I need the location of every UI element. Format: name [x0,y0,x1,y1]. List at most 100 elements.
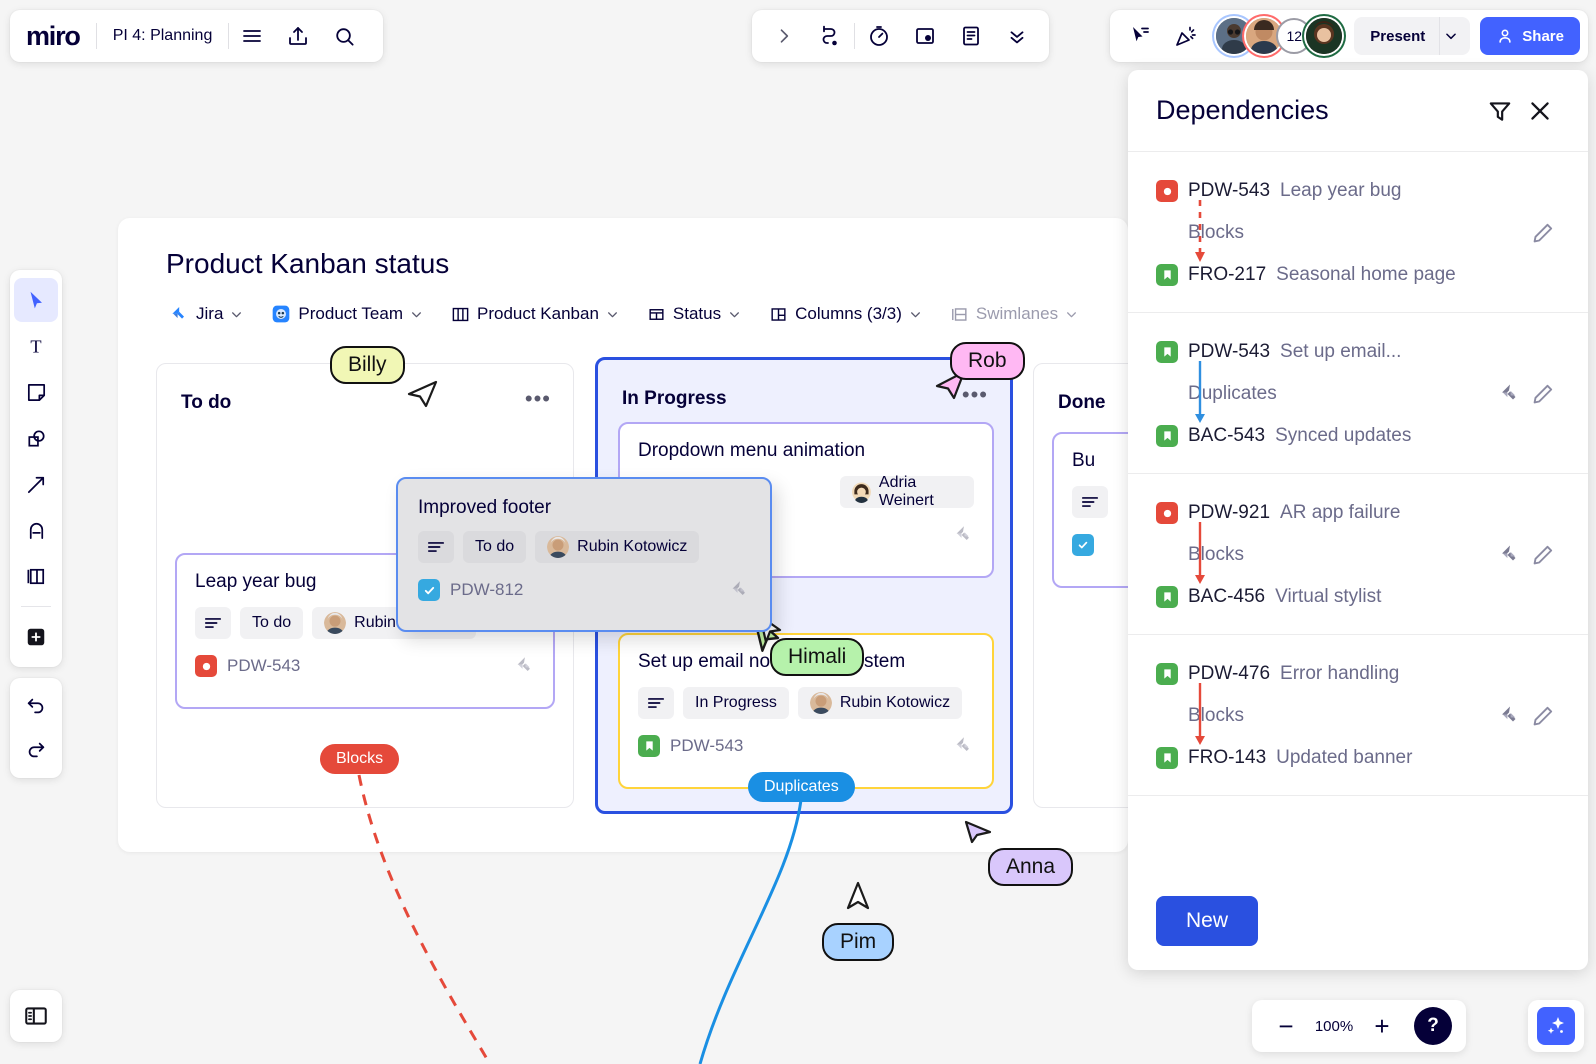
frame-tool[interactable] [14,554,58,598]
select-tool[interactable] [14,278,58,322]
collab-cursor-arrow-billy [404,376,440,412]
edit-icon[interactable] [1526,216,1560,250]
jira-icon[interactable] [1492,377,1526,411]
chevron-down-icon [728,308,741,321]
dependency-source[interactable]: PDW-476 Error handling [1156,657,1560,691]
ai-sparkle-icon[interactable] [1537,1007,1575,1045]
redo-button[interactable] [14,728,58,772]
dependency-target[interactable]: FRO-143 Updated banner [1156,741,1560,775]
filter-label: Product Kanban [477,304,599,324]
expand-right-icon[interactable] [762,15,806,57]
dependency-item[interactable]: PDW-543 Leap year bug Blocks FRO-217 Sea… [1128,152,1588,313]
card-key-row[interactable]: PDW-543 [195,655,300,677]
filter-product-kanban[interactable]: Product Kanban [445,300,625,328]
present-button[interactable]: Present [1354,17,1470,55]
filter-swimlanes[interactable]: Swimlanes [944,300,1084,328]
dependency-source[interactable]: PDW-921 AR app failure [1156,496,1560,530]
card-footer: PDW-543 [195,655,535,677]
help-button[interactable]: ? [1414,1007,1452,1045]
story-green-icon [638,735,660,757]
filter-product-team[interactable]: Product Team [265,300,429,328]
filter-icon[interactable] [1480,91,1520,131]
export-icon[interactable] [275,14,321,58]
story-green-icon [1156,341,1178,363]
connector-icon[interactable] [808,15,852,57]
share-button[interactable]: Share [1480,17,1580,55]
dependency-item[interactable]: PDW-476 Error handling Blocks [1128,635,1588,796]
card-key-row[interactable]: PDW-812 [418,579,523,601]
bug-red-icon [195,655,217,677]
dependency-source[interactable]: PDW-543 Leap year bug [1156,174,1560,208]
toggle-left-panel-button[interactable] [10,990,62,1042]
filter-columns[interactable]: Columns (3/3) [763,300,928,328]
panel-title: Dependencies [1156,95,1480,126]
chevron-double-down-icon[interactable] [995,15,1039,57]
dependency-item[interactable]: PDW-921 AR app failure Blocks [1128,474,1588,635]
menu-icon[interactable] [229,14,275,58]
avatar [547,536,569,558]
zoom-level[interactable]: 100% [1310,1018,1358,1035]
zoom-out-button[interactable]: − [1266,1006,1306,1046]
relation-pill-duplicates[interactable]: Duplicates [748,772,855,802]
column-title: To do [181,392,231,414]
column-title: In Progress [622,388,727,410]
bug-red-icon [1156,502,1178,524]
card-key-row[interactable]: PDW-543 [638,735,743,757]
miro-logo[interactable]: miro [26,21,96,52]
filter-label: Swimlanes [976,304,1058,324]
card-issue-key: PDW-812 [450,580,523,600]
card-status-pill: To do [240,607,303,639]
collab-cursor-label-himali: Himali [770,638,864,676]
card-assignee-pill: Adria Weinert [840,476,974,508]
dependency-arrow-dashed [1193,200,1213,266]
sticky-note-tool[interactable] [14,370,58,414]
relation-pill-blocks[interactable]: Blocks [320,744,399,774]
new-dependency-button[interactable]: New [1156,896,1258,946]
story-green-icon [1156,586,1178,608]
jira-icon[interactable] [1492,699,1526,733]
dependency-target[interactable]: BAC-543 Synced updates [1156,419,1560,453]
columns-icon [769,305,788,324]
dependency-from-key: PDW-543 [1188,341,1270,363]
search-icon[interactable] [321,14,367,58]
avatar[interactable] [1306,18,1342,54]
shapes-tool[interactable] [14,416,58,460]
reactions-icon[interactable] [1164,15,1208,57]
dependency-to-summary: Updated banner [1276,747,1412,769]
dependency-target[interactable]: FRO-217 Seasonal home page [1156,258,1560,292]
dependency-to-key: FRO-217 [1188,264,1266,286]
column-menu-icon[interactable]: ••• [525,392,551,406]
dependency-relation-row: Blocks [1156,530,1560,580]
zoom-controls: − 100% + ? [1252,1000,1466,1052]
board-title[interactable]: PI 4: Planning [97,27,229,45]
arrow-tool[interactable] [14,462,58,506]
notes-icon[interactable] [949,15,993,57]
frame-icon[interactable] [903,15,947,57]
card-improved-footer-dragging[interactable]: Improved footer To do Rubin Kotowicz PDW… [396,477,772,632]
edit-icon[interactable] [1526,377,1560,411]
share-label: Share [1522,28,1564,45]
close-icon[interactable] [1520,91,1560,131]
undo-button[interactable] [14,684,58,728]
cursor-share-icon[interactable] [1118,15,1162,57]
dependency-arrow-solid [1193,522,1213,588]
edit-icon[interactable] [1526,699,1560,733]
jira-icon[interactable] [1492,538,1526,572]
dependency-relation-label: Blocks [1188,222,1526,244]
dependency-from-summary: AR app failure [1280,502,1400,524]
dependency-target[interactable]: BAC-456 Virtual stylist [1156,580,1560,614]
filter-jira[interactable]: Jira [164,300,249,328]
collaborator-avatars: 12 [1216,18,1342,54]
dependency-relation-label: Blocks [1188,705,1492,727]
more-apps-tool[interactable] [14,615,58,659]
timer-icon[interactable] [857,15,901,57]
edit-icon[interactable] [1526,538,1560,572]
pen-tool[interactable] [14,508,58,552]
chevron-down-icon[interactable] [1439,17,1470,55]
dependency-source[interactable]: PDW-543 Set up email... [1156,335,1560,369]
dependency-to-summary: Virtual stylist [1275,586,1381,608]
filter-status[interactable]: Status [641,300,747,328]
zoom-in-button[interactable]: + [1362,1006,1402,1046]
text-tool[interactable]: T [14,324,58,368]
dependency-item[interactable]: PDW-543 Set up email... Duplicates [1128,313,1588,474]
